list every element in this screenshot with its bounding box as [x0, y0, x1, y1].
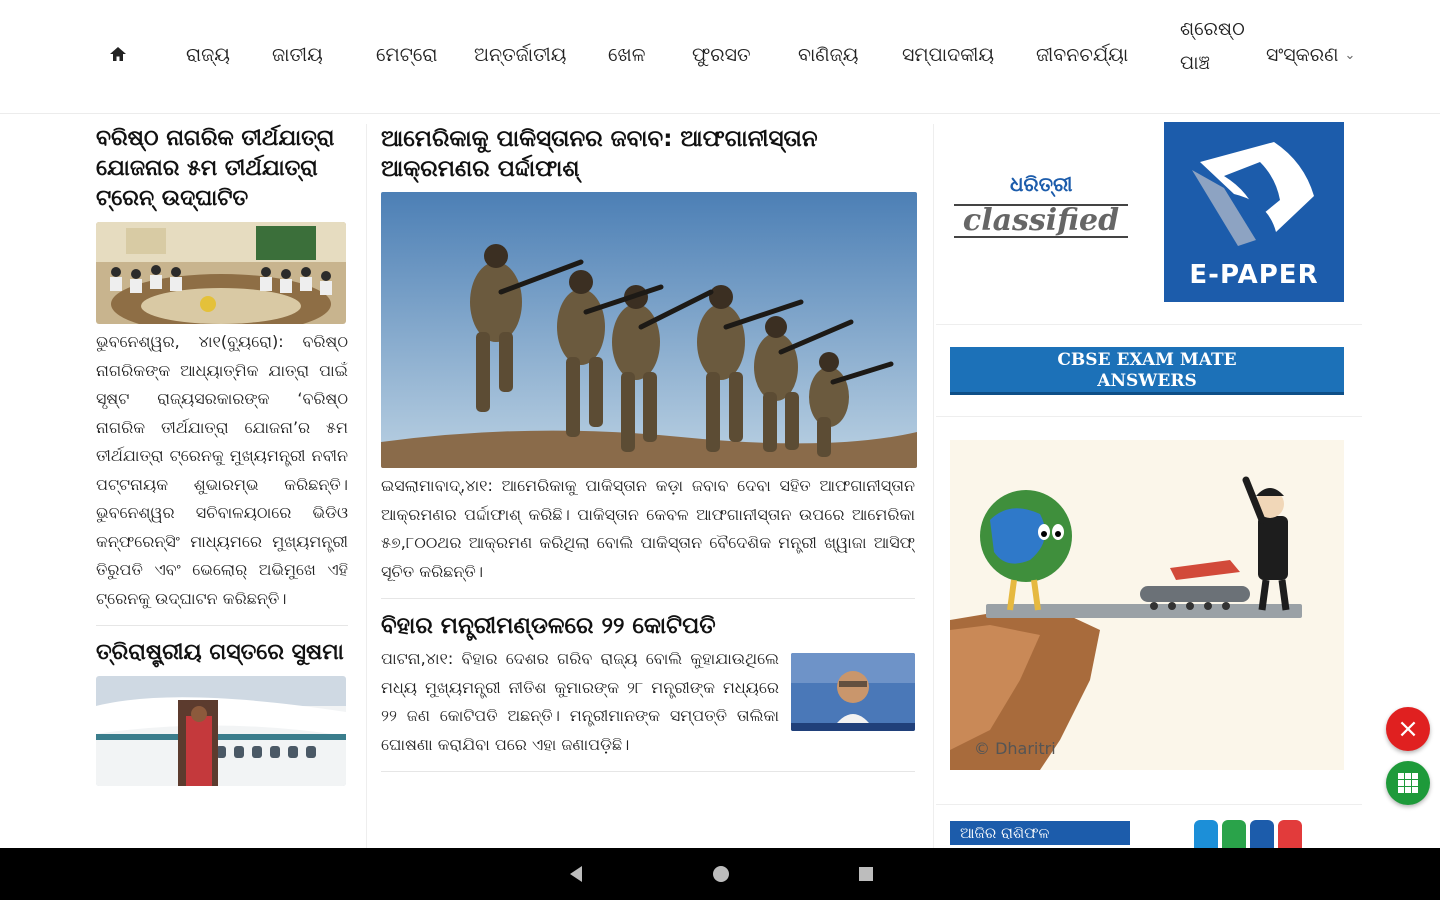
divider: [381, 771, 915, 772]
nav-best-line1: ଶ୍ରେଷ୍ଠ: [1180, 18, 1245, 40]
nav-item-state[interactable]: ରାଜ୍ୟ: [186, 44, 230, 66]
mini-logo[interactable]: [1222, 820, 1246, 848]
close-button[interactable]: ×: [1386, 707, 1430, 751]
classified-logo-top: ଧରିତ୍ରୀ: [1010, 172, 1073, 196]
divider: [381, 598, 915, 599]
epaper-label: E-PAPER: [1189, 260, 1319, 290]
left-column: ବରିଷ୍ଠ ନାଗରିକ ତୀର୍ଥଯାତ୍ରା ଯୋଜନାର ୫ମ ତୀର୍…: [96, 124, 348, 848]
story-thumbnail[interactable]: [791, 653, 915, 731]
mini-logo[interactable]: [1250, 820, 1274, 848]
story-thumbnail[interactable]: [96, 222, 346, 324]
divider: [936, 804, 1362, 805]
story-main-image[interactable]: [381, 192, 917, 468]
nav-item-best-five[interactable]: ଶ୍ରେଷ୍ଠ ପାଞ୍ଚ: [1180, 12, 1245, 80]
story-thumbnail[interactable]: [96, 676, 346, 786]
nav-item-metro[interactable]: ମେଟ୍ରୋ: [376, 44, 438, 66]
mini-logo[interactable]: [1194, 820, 1218, 848]
grid-icon: [1398, 773, 1418, 793]
cbse-exam-banner[interactable]: CBSE EXAM MATE ANSWERS: [950, 347, 1344, 395]
horoscope-tag[interactable]: ଆଜିର ରାଶିଫଳ: [950, 821, 1130, 845]
nav-item-national[interactable]: ଜାତୀୟ: [272, 44, 323, 66]
nav-item-business[interactable]: ବାଣିଜ୍ୟ: [798, 44, 858, 66]
nav-item-edition[interactable]: ସଂସ୍କରଣ ⌄: [1266, 44, 1355, 66]
mini-logo-strip: [1194, 820, 1302, 848]
cbse-line1: CBSE EXAM MATE: [1057, 350, 1237, 370]
nav-best-line2: ପାଞ୍ଚ: [1180, 52, 1211, 74]
classified-banner[interactable]: ଧରିତ୍ରୀ classified: [950, 154, 1130, 274]
middle-column: ଆମେରିକାକୁ ପାକିସ୍ତାନର ଜବାବ: ଆଫଗାନୀସ୍ତାନ ଆ…: [366, 124, 934, 848]
divider: [936, 416, 1362, 417]
back-icon[interactable]: [566, 862, 586, 886]
chevron-down-icon: ⌄: [1344, 48, 1356, 63]
story-summary: ପାଟନା,୪ା୧: ବିହାର ଦେଶର ଗରିବ ରାଜ୍ୟ ବୋଲି କୁ…: [381, 649, 779, 754]
classified-logo-bottom: classified: [954, 204, 1128, 238]
home-icon[interactable]: [108, 44, 128, 64]
epaper-banner[interactable]: E-PAPER: [1164, 122, 1344, 302]
story-headline[interactable]: ଆମେରିକାକୁ ପାକିସ୍ତାନର ଜବାବ: ଆଫଗାନୀସ୍ତାନ ଆ…: [381, 124, 915, 184]
nav-item-lifestyle[interactable]: ଜୀବନଚର୍ଯ୍ୟା: [1036, 44, 1128, 66]
home-nav-icon[interactable]: [710, 862, 732, 886]
divider: [936, 324, 1362, 325]
story-summary: ଭୁବନେଶ୍ୱର, ୪ା୧(ବ୍ୟୁରୋ): ବରିଷ୍ଠ ନାଗରିକଙ୍କ…: [96, 332, 348, 608]
system-navigation-bar: [0, 848, 1440, 900]
editorial-cartoon[interactable]: © Dharitri: [950, 440, 1344, 770]
story-headline[interactable]: ବରିଷ୍ଠ ନାଗରିକ ତୀର୍ଥଯାତ୍ରା ଯୋଜନାର ୫ମ ତୀର୍…: [96, 124, 348, 214]
recents-icon[interactable]: [856, 862, 876, 886]
right-column: ଧରିତ୍ରୀ classified E-PAPER CBSE EXAM MAT…: [936, 114, 1362, 848]
story-headline[interactable]: ବିହାର ମନ୍ତ୍ରୀମଣ୍ଡଳରେ ୨୨ କୋଟିପତି: [381, 611, 915, 641]
divider: [96, 625, 348, 626]
nav-item-international[interactable]: ଅନ୍ତର୍ଜାତୀୟ: [474, 44, 566, 66]
nav-item-leisure[interactable]: ଫୁରସତ: [692, 44, 751, 66]
close-icon: ×: [1397, 714, 1419, 744]
top-navigation: ରାଜ୍ୟ ଜାତୀୟ ମେଟ୍ରୋ ଅନ୍ତର୍ଜାତୀୟ ଖେଳ ଫୁରସତ…: [0, 0, 1440, 114]
cbse-line2: ANSWERS: [1097, 371, 1197, 391]
cartoon-credit: © Dharitri: [974, 739, 1056, 758]
story-summary: ଇସଲାମାବାଦ୍,୪ା୧: ଆମେରିକାକୁ ପାକିସ୍ତାନ କଡ଼ା…: [381, 476, 915, 581]
apps-grid-button[interactable]: [1386, 761, 1430, 805]
story-headline[interactable]: ତ୍ରିରାଷ୍ଟ୍ରୀୟ ଗସ୍ତରେ ସୁଷମା: [96, 638, 348, 668]
nav-item-editorial[interactable]: ସମ୍ପାଦକୀୟ: [902, 44, 994, 66]
mini-logo[interactable]: [1278, 820, 1302, 848]
nav-edition-label: ସଂସ୍କରଣ: [1266, 44, 1339, 66]
nav-item-sports[interactable]: ଖେଳ: [608, 44, 645, 66]
